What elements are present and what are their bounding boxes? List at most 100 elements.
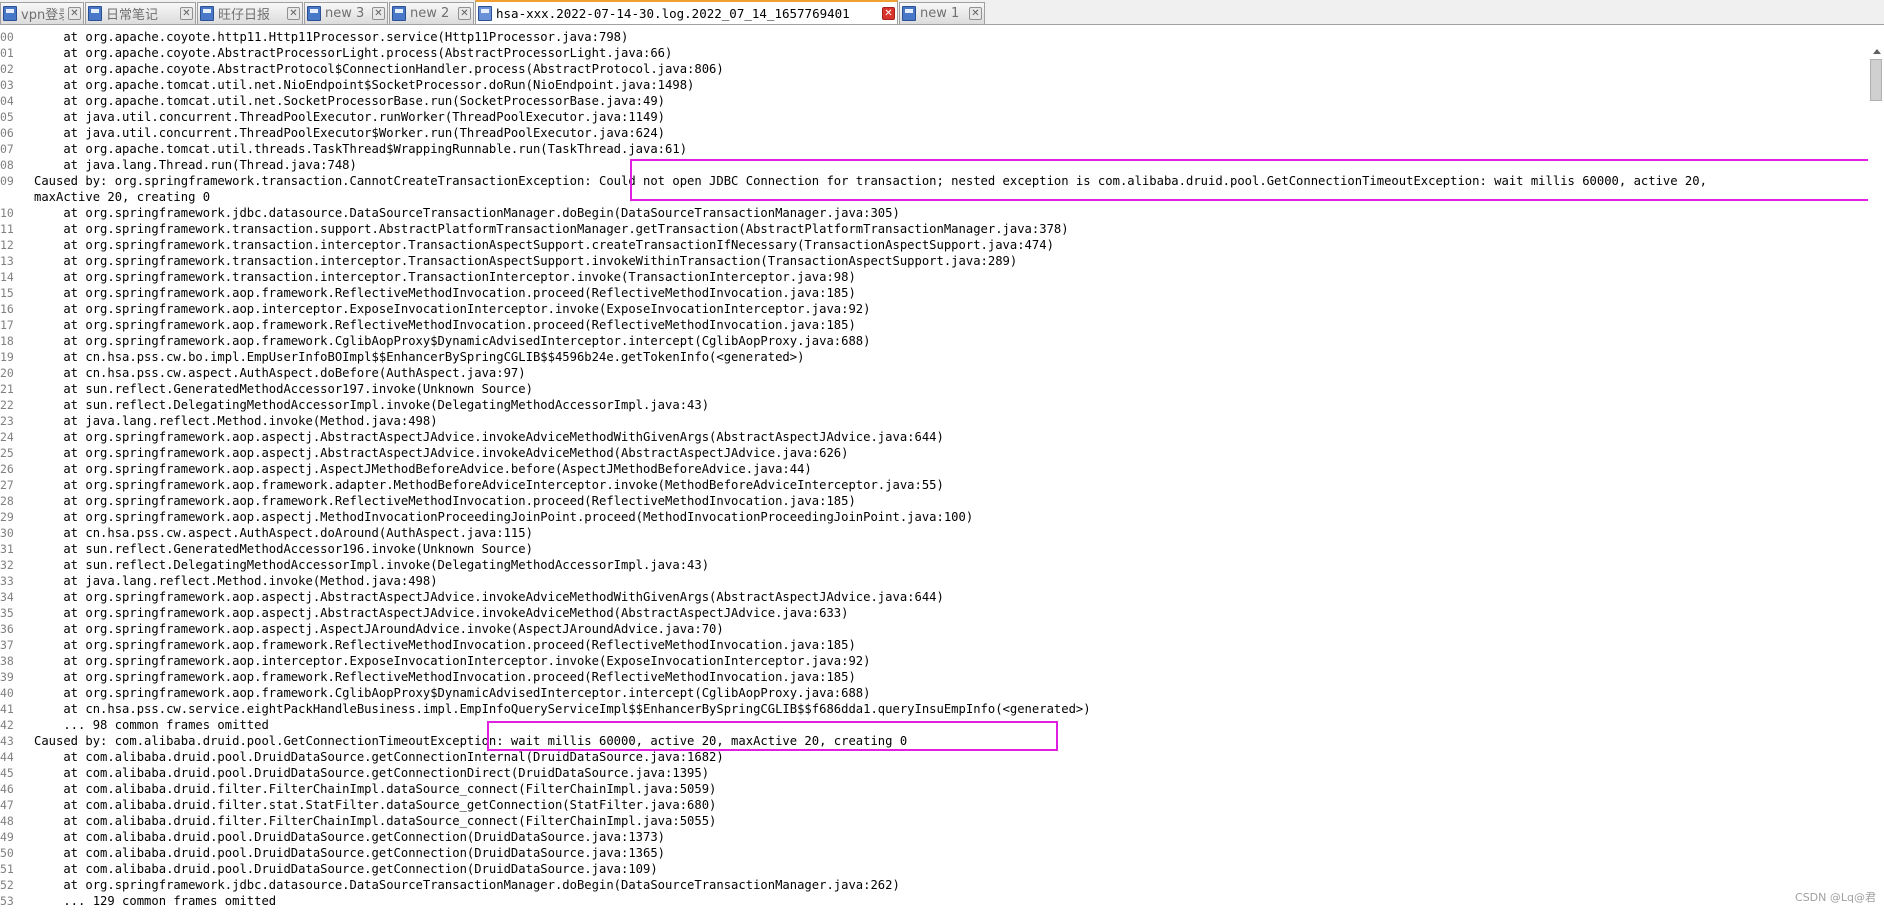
log-line[interactable]: at org.springframework.jdbc.datasource.D…: [34, 205, 1864, 221]
log-line[interactable]: at org.springframework.aop.framework.Cgl…: [34, 333, 1864, 349]
log-line[interactable]: at java.util.concurrent.ThreadPoolExecut…: [34, 109, 1864, 125]
line-number: 13: [0, 254, 14, 268]
log-line[interactable]: at org.springframework.aop.aspectj.Abstr…: [34, 589, 1864, 605]
line-number: 12: [0, 238, 14, 252]
log-line[interactable]: at cn.hsa.pss.cw.service.eightPackHandle…: [34, 701, 1864, 717]
line-number: 43: [0, 734, 14, 748]
line-number: 08: [0, 158, 14, 172]
line-number: [0, 189, 22, 205]
line-number: 48: [0, 814, 14, 828]
line-number: 36: [0, 622, 14, 636]
close-icon[interactable]: ✕: [287, 7, 300, 20]
line-number: 52: [0, 878, 14, 892]
log-line[interactable]: at org.springframework.transaction.inter…: [34, 253, 1864, 269]
line-number-gutter: 00 01 02 03 04 05 06 07 08 09 10 11 12 13 14 15 16 17 18 19…: [0, 25, 22, 913]
log-line[interactable]: at com.alibaba.druid.filter.FilterChainI…: [34, 813, 1864, 829]
line-number: 18: [0, 334, 14, 348]
line-number: 26: [0, 462, 14, 476]
tab-new-3[interactable]: new 3 ✕: [304, 2, 388, 24]
log-line[interactable]: at org.springframework.aop.interceptor.E…: [34, 301, 1864, 317]
log-line[interactable]: at java.util.concurrent.ThreadPoolExecut…: [34, 125, 1864, 141]
log-line[interactable]: at org.springframework.aop.framework.Ref…: [34, 637, 1864, 653]
log-line[interactable]: at org.springframework.aop.interceptor.E…: [34, 653, 1864, 669]
line-number: 23: [0, 414, 14, 428]
log-line[interactable]: at java.lang.reflect.Method.invoke(Metho…: [34, 413, 1864, 429]
log-line[interactable]: at org.springframework.transaction.inter…: [34, 269, 1864, 285]
log-line[interactable]: at org.springframework.aop.framework.Ref…: [34, 285, 1864, 301]
line-number: 06: [0, 126, 14, 140]
tab-label: 日常笔记: [106, 8, 159, 23]
tab-new-1[interactable]: new 1 ✕: [899, 2, 985, 24]
log-line[interactable]: at cn.hsa.pss.cw.aspect.AuthAspect.doAro…: [34, 525, 1864, 541]
tab-new-2[interactable]: new 2 ✕: [389, 2, 474, 24]
tab-daily-notes[interactable]: 日常笔记 ✕: [85, 2, 196, 24]
tab-label: new 2: [410, 6, 450, 21]
log-line[interactable]: at cn.hsa.pss.cw.bo.impl.EmpUserInfoBOIm…: [34, 349, 1864, 365]
log-line[interactable]: at com.alibaba.druid.filter.FilterChainI…: [34, 781, 1864, 797]
line-number: 30: [0, 526, 14, 540]
line-number: 29: [0, 510, 14, 524]
log-line[interactable]: at org.springframework.jdbc.datasource.D…: [34, 877, 1864, 893]
log-line[interactable]: at org.apache.tomcat.util.threads.TaskTh…: [34, 141, 1864, 157]
log-line[interactable]: at com.alibaba.druid.pool.DruidDataSourc…: [34, 845, 1864, 861]
line-number: 10: [0, 206, 14, 220]
line-number: 53: [0, 894, 14, 908]
scroll-thumb[interactable]: [1870, 59, 1882, 101]
line-number: 15: [0, 286, 14, 300]
tab-label: new 3: [325, 6, 365, 21]
close-icon[interactable]: ✕: [372, 7, 385, 20]
close-icon[interactable]: ✕: [882, 6, 895, 20]
log-line[interactable]: at org.apache.coyote.AbstractProcessorLi…: [34, 45, 1864, 61]
log-line[interactable]: at com.alibaba.druid.pool.DruidDataSourc…: [34, 861, 1864, 877]
tab-vpn-login[interactable]: vpn登录 ✕: [0, 2, 84, 24]
line-number: 37: [0, 638, 14, 652]
log-line[interactable]: at org.apache.coyote.http11.Http11Proces…: [34, 29, 1864, 45]
close-icon[interactable]: ✕: [180, 7, 193, 20]
close-icon[interactable]: ✕: [458, 7, 471, 20]
log-line[interactable]: at org.springframework.transaction.inter…: [34, 237, 1864, 253]
tab-log-file[interactable]: hsa-xxx.2022-07-14-30.log.2022_07_14_165…: [475, 0, 898, 24]
log-line[interactable]: at com.alibaba.druid.filter.stat.StatFil…: [34, 797, 1864, 813]
log-line[interactable]: at org.springframework.aop.framework.Cgl…: [34, 685, 1864, 701]
close-icon[interactable]: ✕: [969, 7, 982, 20]
log-line[interactable]: at sun.reflect.DelegatingMethodAccessorI…: [34, 397, 1864, 413]
tab-label: 旺仔日报: [218, 8, 271, 23]
line-number: 03: [0, 78, 14, 92]
tab-daily-report[interactable]: 旺仔日报 ✕: [197, 2, 303, 24]
log-line[interactable]: at org.springframework.aop.framework.Ref…: [34, 493, 1864, 509]
log-line[interactable]: at com.alibaba.druid.pool.DruidDataSourc…: [34, 749, 1864, 765]
file-icon: [3, 6, 17, 21]
line-number: 50: [0, 846, 14, 860]
log-line[interactable]: at sun.reflect.GeneratedMethodAccessor19…: [34, 541, 1864, 557]
log-line[interactable]: at sun.reflect.GeneratedMethodAccessor19…: [34, 381, 1864, 397]
log-line[interactable]: at org.springframework.aop.aspectj.Abstr…: [34, 429, 1864, 445]
vertical-scrollbar[interactable]: [1868, 25, 1884, 913]
log-line[interactable]: at org.springframework.aop.framework.ada…: [34, 477, 1864, 493]
file-icon: [307, 6, 321, 21]
log-line[interactable]: at cn.hsa.pss.cw.aspect.AuthAspect.doBef…: [34, 365, 1864, 381]
close-icon[interactable]: ✕: [68, 7, 81, 20]
log-line[interactable]: at org.springframework.aop.aspectj.Metho…: [34, 509, 1864, 525]
line-number: 14: [0, 270, 14, 284]
log-line[interactable]: at org.springframework.aop.aspectj.Abstr…: [34, 605, 1864, 621]
log-line[interactable]: at org.apache.coyote.AbstractProtocol$Co…: [34, 61, 1864, 77]
log-line[interactable]: ... 129 common frames omitted: [34, 893, 1864, 909]
log-line[interactable]: at org.springframework.aop.aspectj.Abstr…: [34, 445, 1864, 461]
editor-area[interactable]: 00 01 02 03 04 05 06 07 08 09 10 11 12 13 14 15 16 17 18 19…: [0, 25, 1884, 913]
log-line[interactable]: at java.lang.reflect.Method.invoke(Metho…: [34, 573, 1864, 589]
log-line[interactable]: at org.apache.tomcat.util.net.SocketProc…: [34, 93, 1864, 109]
scroll-up-arrow-icon[interactable]: [1873, 49, 1881, 54]
log-line[interactable]: at org.springframework.aop.aspectj.Aspec…: [34, 461, 1864, 477]
line-number: 32: [0, 558, 14, 572]
line-number: 44: [0, 750, 14, 764]
line-number: 49: [0, 830, 14, 844]
log-line[interactable]: at com.alibaba.druid.pool.DruidDataSourc…: [34, 765, 1864, 781]
log-line[interactable]: at org.springframework.aop.framework.Ref…: [34, 317, 1864, 333]
log-line[interactable]: at org.springframework.transaction.suppo…: [34, 221, 1864, 237]
tab-label: vpn登录: [21, 8, 64, 23]
log-line[interactable]: at org.apache.tomcat.util.net.NioEndpoin…: [34, 77, 1864, 93]
log-line[interactable]: at com.alibaba.druid.pool.DruidDataSourc…: [34, 829, 1864, 845]
log-line[interactable]: at sun.reflect.DelegatingMethodAccessorI…: [34, 557, 1864, 573]
log-line[interactable]: at org.springframework.aop.framework.Ref…: [34, 669, 1864, 685]
log-line[interactable]: at org.springframework.aop.aspectj.Aspec…: [34, 621, 1864, 637]
